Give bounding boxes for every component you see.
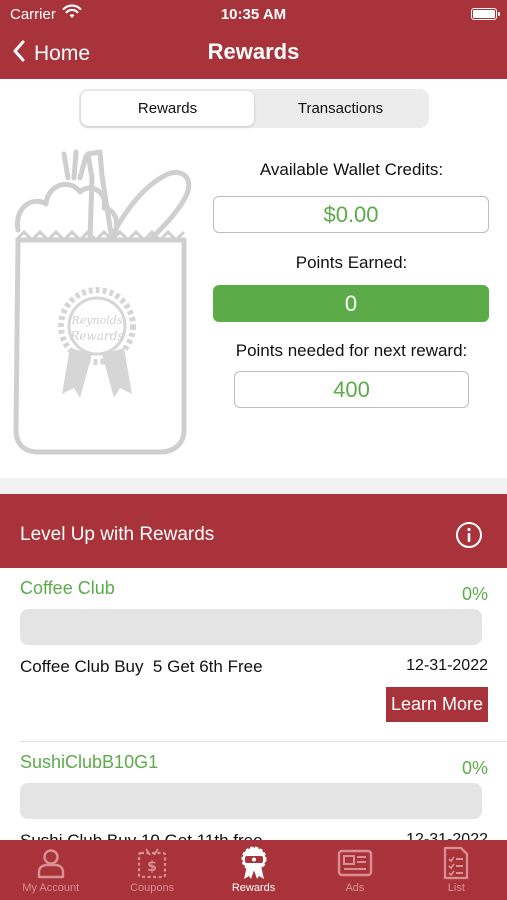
status-bar: Carrier 10:35 AM: [0, 0, 507, 32]
status-time: 10:35 AM: [220, 6, 287, 23]
reward-progress-bar: [20, 783, 482, 819]
tab-coupons[interactable]: $ Coupons: [101, 840, 202, 900]
tab-label: List: [447, 882, 465, 894]
grocery-bag-illustration: Reynolds Rewards: [8, 148, 194, 460]
tab-rewards-nav[interactable]: Rewards: [203, 840, 304, 900]
reward-name: Coffee Club: [20, 578, 115, 598]
tab-label: Coupons: [130, 882, 175, 894]
points-needed-label: Points needed for next reward:: [235, 341, 468, 360]
info-icon[interactable]: [455, 521, 483, 554]
reward-item: SushiClubB10G1 0% Sushi Club Buy 10 Get …: [0, 742, 507, 840]
tab-rewards[interactable]: Rewards: [81, 91, 254, 126]
person-icon: [36, 846, 66, 880]
tab-ads[interactable]: Ads: [304, 840, 405, 900]
navigation-bar: Home Rewards: [0, 32, 507, 79]
reward-description: Coffee Club Buy 5 Get 6th Free: [20, 657, 263, 676]
tab-label: My Account: [22, 882, 80, 894]
reward-expiry-date: 12-31-2022: [406, 657, 488, 674]
level-up-title: Level Up with Rewards: [20, 524, 215, 545]
back-button[interactable]: Home: [12, 40, 90, 68]
bottom-tab-bar: My Account $ Coupons Rewards Ads List: [0, 840, 507, 900]
checklist-icon: [442, 846, 470, 880]
svg-text:$: $: [147, 859, 157, 875]
tab-transactions[interactable]: Transactions: [254, 91, 427, 126]
battery-icon: [471, 8, 500, 20]
points-earned-label: Points Earned:: [295, 253, 408, 272]
segmented-control: Rewards Transactions: [79, 89, 429, 128]
chevron-left-icon: [12, 40, 26, 68]
back-button-label: Home: [34, 42, 91, 65]
reward-item: Coffee Club 0% Coffee Club Buy 5 Get 6th…: [0, 568, 507, 740]
points-needed-value: 400: [234, 371, 469, 408]
tab-list[interactable]: List: [406, 840, 507, 900]
wallet-credits-value: $0.00: [213, 196, 489, 233]
reward-description: Sushi Club Buy 10 Get 11th free: [20, 831, 263, 840]
rewards-badge-logo: Reynolds Rewards: [58, 287, 136, 398]
tab-label: Ads: [345, 882, 365, 894]
svg-text:Reynolds: Reynolds: [71, 314, 123, 327]
reward-progress-bar: [20, 609, 482, 645]
tab-label: Rewards: [231, 882, 276, 894]
rewards-ribbon-icon: [239, 846, 269, 880]
newspaper-icon: [337, 846, 373, 880]
reward-expiry-date: 12-31-2022: [406, 831, 488, 840]
coupon-scissors-icon: $: [136, 846, 168, 880]
section-separator: [0, 478, 507, 494]
level-up-header: Level Up with Rewards: [0, 494, 507, 568]
points-earned-value: 0: [213, 285, 489, 322]
tab-my-account[interactable]: My Account: [0, 840, 101, 900]
svg-text:Rewards: Rewards: [69, 329, 123, 343]
reward-name: SushiClubB10G1: [20, 752, 159, 772]
learn-more-button[interactable]: Learn More: [386, 687, 488, 722]
reward-percent: 0%: [461, 584, 488, 604]
reward-percent: 0%: [461, 758, 488, 778]
wallet-credits-label: Available Wallet Credits:: [259, 160, 444, 179]
